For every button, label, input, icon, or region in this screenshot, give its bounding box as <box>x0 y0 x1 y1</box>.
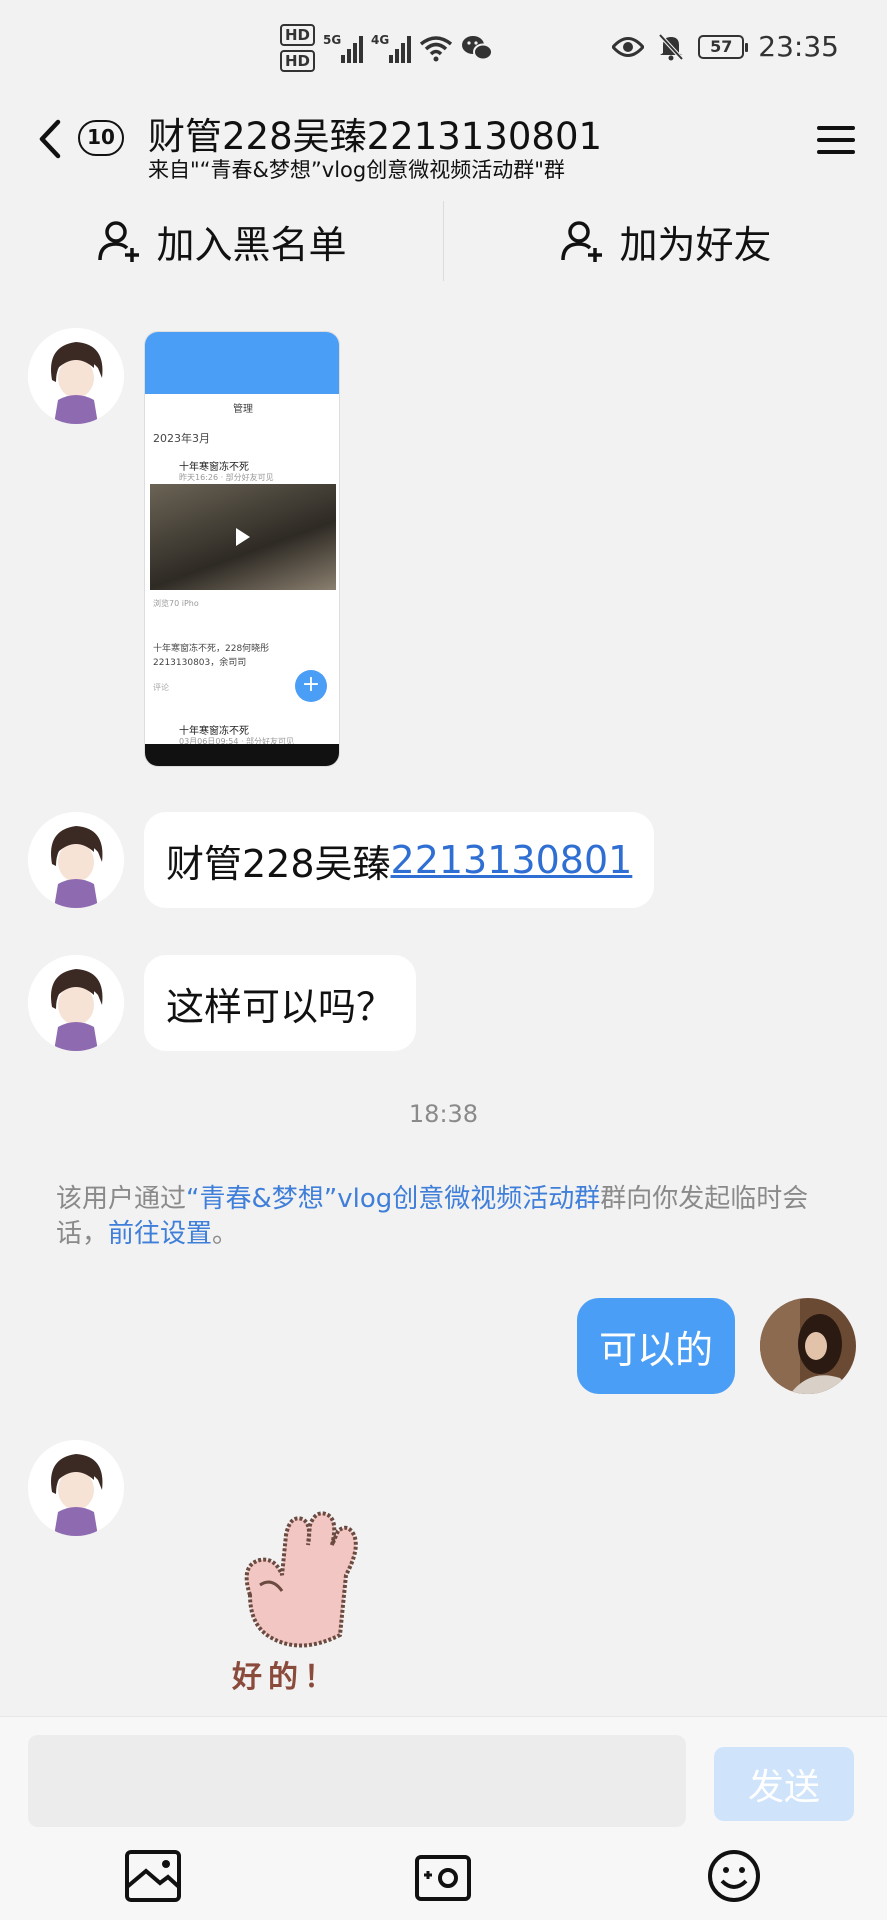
screenshot-month: 2023年3月 <box>153 432 210 445</box>
composer: 发送 <box>0 1716 887 1920</box>
screenshot-views: 浏览70 iPho <box>153 599 199 608</box>
signal-4g-icon: 4G <box>371 33 412 63</box>
add-person-icon <box>561 221 603 262</box>
screenshot-author: 十年寒窗冻不死 <box>179 462 249 473</box>
add-friend-button[interactable]: 加为好友 <box>444 196 887 286</box>
sticker-caption: 好的！ <box>232 1660 340 1695</box>
screenshot-author-2: 十年寒窗冻不死 <box>179 726 249 737</box>
signal-5g-icon: 5G <box>323 33 364 63</box>
anime-avatar-icon <box>28 812 124 908</box>
go-to-settings-link[interactable]: 前往设置 <box>108 1219 212 1249</box>
play-icon <box>236 528 250 546</box>
image-picker-icon[interactable] <box>124 1849 182 1903</box>
wechat-icon <box>462 36 494 61</box>
unread-count-badge[interactable]: 10 <box>78 120 124 156</box>
group-link[interactable]: “青春&梦想”vlog创意微视频活动群 <box>186 1184 600 1214</box>
screenshot-plus-icon: + <box>295 670 327 702</box>
camera-icon[interactable] <box>414 1849 472 1903</box>
my-avatar[interactable] <box>760 1298 856 1394</box>
outgoing-message-bubble[interactable]: 可以的 <box>577 1298 736 1394</box>
screenshot-comment: 十年寒窗冻不死，228何晓彤 2213130803，余司司 <box>153 644 270 668</box>
screenshot-video-thumbnail <box>150 484 336 590</box>
screenshot-manage-label: 管理 <box>233 404 253 415</box>
phone-number-link[interactable]: 2213130801 <box>391 838 633 882</box>
chat-subtitle: 来自"“青春&梦想”vlog创意微视频活动群"群 <box>148 158 565 182</box>
add-to-blacklist-button[interactable]: 加入黑名单 <box>0 196 443 286</box>
photo-avatar-icon <box>760 1298 856 1394</box>
contact-actions: 加入黑名单 加为好友 <box>0 196 887 286</box>
menu-icon[interactable] <box>815 120 857 160</box>
wifi-icon <box>419 36 453 62</box>
temporary-session-notice: 该用户通过“青春&梦想”vlog创意微视频活动群群向你发起临时会话，前往设置。 <box>56 1184 809 1249</box>
anime-avatar-icon <box>28 955 124 1051</box>
sender-avatar[interactable] <box>28 1440 124 1536</box>
emoji-icon[interactable] <box>705 1849 763 1903</box>
message-bubble[interactable]: 财管228吴臻 2213130801 <box>144 812 655 908</box>
eye-icon <box>612 36 645 57</box>
message-bubble[interactable]: 这样可以吗？ <box>144 955 417 1051</box>
sender-avatar[interactable] <box>28 328 124 424</box>
screenshot-nav-bar <box>145 744 339 766</box>
message-input[interactable] <box>28 1735 686 1827</box>
message-text: 可以的 <box>599 1327 714 1372</box>
status-bar: HD HD 5G 4G 57 23:35 <box>0 0 887 96</box>
screenshot-meta: 昨天16:26 · 部分好友可见 <box>179 473 274 482</box>
send-button[interactable]: 发送 <box>714 1747 854 1821</box>
back-arrow-icon[interactable] <box>30 114 70 164</box>
hd-indicator-1: HD <box>280 24 316 46</box>
anime-avatar-icon <box>28 1440 124 1536</box>
message-timestamp: 18:38 <box>408 1100 479 1128</box>
mute-bell-icon <box>658 33 684 60</box>
add-friend-label: 加为好友 <box>619 222 772 267</box>
add-to-blacklist-label: 加入黑名单 <box>156 222 347 267</box>
clock: 23:35 <box>758 30 839 63</box>
chat-header: 10 财管228吴臻2213130801 来自"“青春&梦想”vlog创意微视频… <box>0 96 887 192</box>
battery-indicator: 57 <box>698 34 749 59</box>
hd-indicator-2: HD <box>280 50 316 72</box>
message-text: 财管228吴臻 <box>166 841 391 886</box>
shared-screenshot-image[interactable]: 管理 2023年3月 十年寒窗冻不死 昨天16:26 · 部分好友可见 浏览70… <box>144 331 340 767</box>
screenshot-header <box>145 332 339 394</box>
message-text: 这样可以吗？ <box>166 984 395 1029</box>
anime-avatar-icon <box>28 328 124 424</box>
sender-avatar[interactable] <box>28 812 124 908</box>
add-person-icon <box>98 221 140 262</box>
chat-title: 财管228吴臻2213130801 <box>148 115 603 158</box>
sender-avatar[interactable] <box>28 955 124 1051</box>
